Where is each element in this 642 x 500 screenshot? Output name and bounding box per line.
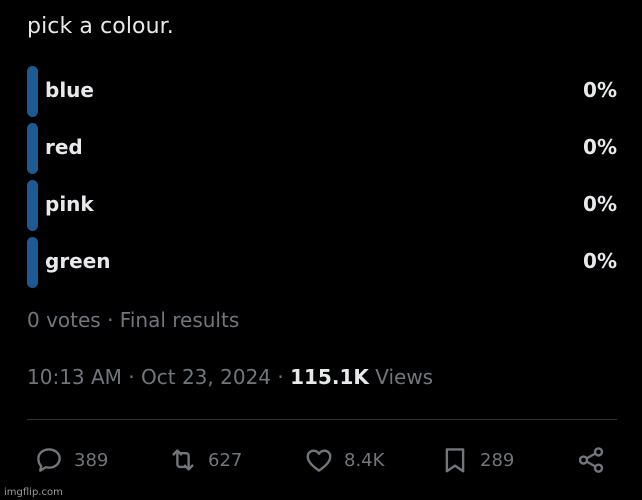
poll-option-pink: pink 0% <box>27 180 617 231</box>
action-bar: 389 627 8.4K 289 <box>0 440 642 480</box>
share-icon <box>578 447 604 473</box>
poll-option-label: red <box>45 135 83 159</box>
poll-option-percent: 0% <box>583 135 617 159</box>
poll-option-green: green 0% <box>27 237 617 288</box>
poll-option-percent: 0% <box>583 249 617 273</box>
like-button[interactable]: 8.4K <box>304 440 384 480</box>
poll: blue 0% red 0% pink 0% green 0% <box>27 66 617 294</box>
poll-option-percent: 0% <box>583 78 617 102</box>
repost-count: 627 <box>208 449 243 471</box>
poll-option-label: blue <box>45 78 94 102</box>
poll-bar <box>27 123 38 174</box>
bookmark-icon <box>445 448 465 473</box>
poll-bar <box>27 237 38 288</box>
poll-option-blue: blue 0% <box>27 66 617 117</box>
post-time[interactable]: 10:13 AM <box>27 365 122 389</box>
heart-icon <box>306 449 332 472</box>
bookmark-count: 289 <box>480 449 515 471</box>
poll-option-label: pink <box>45 192 94 216</box>
share-button[interactable] <box>576 440 616 480</box>
post-date[interactable]: Oct 23, 2024 <box>141 365 271 389</box>
reply-button[interactable]: 389 <box>34 440 108 480</box>
poll-option-percent: 0% <box>583 192 617 216</box>
reply-icon <box>37 448 61 472</box>
post-timestamp: 10:13 AM · Oct 23, 2024 · 115.1K Views <box>27 365 433 389</box>
separator: · <box>121 365 142 389</box>
poll-option-red: red 0% <box>27 123 617 174</box>
poll-bar <box>27 180 38 231</box>
poll-bar <box>27 66 38 117</box>
divider <box>27 419 617 420</box>
poll-option-label: green <box>45 249 111 273</box>
separator: · <box>271 365 291 389</box>
views-count[interactable]: 115.1K <box>290 365 369 389</box>
repost-icon <box>172 449 194 471</box>
reply-count: 389 <box>74 449 109 471</box>
views-label: Views <box>368 365 434 389</box>
like-count: 8.4K <box>344 449 385 471</box>
repost-button[interactable]: 627 <box>168 440 242 480</box>
bookmark-button[interactable]: 289 <box>440 440 514 480</box>
watermark: imgflip.com <box>4 487 63 498</box>
post-text: pick a colour. <box>27 14 174 39</box>
poll-votes-status: 0 votes · Final results <box>27 308 240 332</box>
